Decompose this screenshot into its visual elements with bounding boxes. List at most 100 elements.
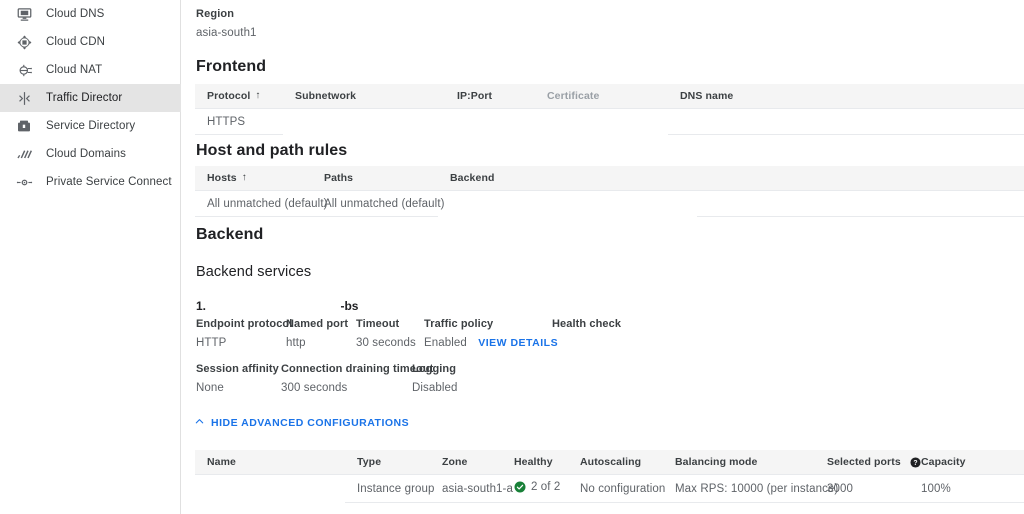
sidebar-item-cloud-nat[interactable]: Cloud NAT — [0, 56, 181, 84]
column-header-dns-name[interactable]: DNS name — [668, 84, 1024, 109]
column-header-balancing-mode[interactable]: Balancing mode — [663, 450, 815, 475]
column-header-certificate[interactable]: Certificate — [535, 84, 668, 109]
cell-paths: All unmatched (default) — [312, 190, 444, 217]
host-path-rules-table: Hosts ↑ Paths Backend All unmatched (defa… — [195, 166, 1024, 217]
cell-selected-ports: 3000 — [815, 474, 909, 503]
column-header-autoscaling[interactable]: Autoscaling — [568, 450, 663, 475]
table-row[interactable]: Instance group asia-south1-a 2 of 2 No c… — [195, 474, 1024, 503]
field-label: Endpoint protocol — [196, 318, 293, 330]
column-header-selected-ports[interactable]: Selected ports ? — [815, 450, 921, 475]
field-label: Timeout — [356, 318, 400, 330]
cell-type: Instance group — [345, 474, 434, 503]
table-row[interactable]: All unmatched (default) All unmatched (d… — [195, 190, 1024, 217]
cell-dns-name — [668, 108, 1024, 135]
column-header-type[interactable]: Type — [345, 450, 430, 475]
cell-autoscaling: No configuration — [568, 474, 665, 503]
frontend-table-header-row: Protocol ↑ Subnetwork IP:Port Certificate… — [195, 84, 1024, 109]
column-header-protocol[interactable]: Protocol ↑ — [195, 84, 283, 109]
traffic-director-icon — [14, 88, 34, 108]
column-header-name[interactable]: Name — [195, 450, 345, 475]
field-value: http — [286, 337, 306, 349]
sidebar-item-cloud-dns[interactable]: Cloud DNS — [0, 0, 181, 28]
backend-services-heading: Backend services — [196, 264, 312, 280]
column-header-hosts[interactable]: Hosts ↑ — [195, 166, 312, 191]
instances-table-header-row: Name Type Zone Healthy Autoscaling Balan… — [195, 450, 1024, 475]
frontend-table: Protocol ↑ Subnetwork IP:Port Certificate… — [195, 84, 1024, 135]
sidebar-item-label: Traffic Director — [46, 92, 123, 104]
help-icon[interactable]: ? — [910, 457, 921, 468]
sidebar-item-cloud-domains[interactable]: Cloud Domains — [0, 140, 181, 168]
backend-heading: Backend — [196, 226, 264, 243]
cell-backend — [438, 191, 697, 217]
column-header-capacity[interactable]: Capacity — [909, 450, 1024, 475]
field-session-affinity: Session affinity None — [196, 363, 281, 394]
frontend-heading: Frontend — [196, 58, 267, 75]
region-value: asia-south1 — [196, 27, 257, 39]
cloud-cdn-icon — [14, 32, 34, 52]
column-header-ip-port[interactable]: IP:Port — [445, 84, 535, 109]
sidebar-item-label: Service Directory — [46, 120, 136, 132]
sidebar-item-label: Cloud NAT — [46, 64, 103, 76]
private-service-connect-icon — [14, 172, 34, 192]
sidebar-item-label: Cloud Domains — [46, 148, 126, 160]
cell-hosts: All unmatched (default) — [195, 190, 327, 217]
field-endpoint-protocol: Endpoint protocol HTTP — [196, 318, 293, 349]
field-value: None — [196, 382, 224, 394]
column-header-subnetwork[interactable]: Subnetwork — [283, 84, 445, 109]
field-label: Traffic policy — [424, 318, 494, 330]
field-value: HTTP — [196, 337, 227, 349]
hide-advanced-configurations-label: HIDE ADVANCED CONFIGURATIONS — [211, 417, 410, 429]
column-header-backend[interactable]: Backend — [438, 166, 697, 191]
field-timeout: Timeout 30 seconds — [356, 318, 424, 349]
cell-capacity: 100% — [909, 474, 1024, 503]
field-value-group: Enabled VIEW DETAILS — [424, 337, 558, 349]
sidebar-item-label: Private Service Connect — [46, 176, 172, 188]
field-traffic-policy: Traffic policy Enabled VIEW DETAILS — [424, 318, 558, 349]
cell-certificate — [535, 109, 668, 135]
cell-name — [195, 475, 345, 503]
field-label: Session affinity — [196, 363, 279, 375]
sidebar-item-private-service-connect[interactable]: Private Service Connect — [0, 168, 181, 196]
column-header-zone[interactable]: Zone — [430, 450, 502, 475]
field-label: Health check — [552, 318, 622, 330]
view-details-link[interactable]: VIEW DETAILS — [478, 337, 558, 349]
svg-text:?: ? — [913, 460, 917, 467]
service-directory-icon — [14, 116, 34, 136]
sidebar-item-service-directory[interactable]: Service Directory — [0, 112, 181, 140]
field-label: Named port — [286, 318, 349, 330]
region-label: Region — [196, 8, 235, 20]
column-header-spacer — [697, 166, 1024, 191]
column-header-healthy[interactable]: Healthy — [502, 450, 568, 475]
healthy-value: 2 of 2 — [531, 481, 561, 493]
main-content: Region asia-south1 Frontend Protocol ↑ Su… — [181, 0, 1024, 514]
traffic-director-details-page: Cloud DNS Cloud CDN Cloud NAT Traffic Di… — [0, 0, 1024, 514]
host-path-rules-header-row: Hosts ↑ Paths Backend — [195, 166, 1024, 191]
table-row[interactable]: HTTPS — [195, 108, 1024, 135]
region-field: Region asia-south1 — [196, 8, 257, 39]
sidebar-item-label: Cloud CDN — [46, 36, 106, 48]
field-health-check: Health check — [552, 318, 652, 349]
backend-service-fields-row-2: Session affinity None Connection drainin… — [196, 363, 532, 394]
field-value: Disabled — [412, 382, 458, 394]
traffic-policy-value: Enabled — [424, 337, 467, 349]
column-header-paths[interactable]: Paths — [312, 166, 438, 191]
backend-service-name: -bs — [340, 299, 359, 313]
cloud-dns-icon — [14, 4, 34, 24]
sidebar-item-traffic-director[interactable]: Traffic Director — [0, 84, 181, 112]
field-connection-draining-timeout: Connection draining timeout 300 seconds — [281, 363, 433, 394]
check-circle-icon — [514, 481, 526, 493]
backend-service-title-row: 1. -bs — [196, 297, 596, 315]
backend-instances-table: Name Type Zone Healthy Autoscaling Balan… — [195, 450, 1024, 503]
cell-spacer — [697, 190, 1024, 217]
sidebar-item-cloud-cdn[interactable]: Cloud CDN — [0, 28, 181, 56]
hide-advanced-configurations-button[interactable]: HIDE ADVANCED CONFIGURATIONS — [194, 414, 409, 432]
sidebar-item-label: Cloud DNS — [46, 8, 105, 20]
sidebar: Cloud DNS Cloud CDN Cloud NAT Traffic Di… — [0, 0, 181, 514]
cell-ip-port — [445, 109, 535, 135]
host-path-rules-heading: Host and path rules — [196, 142, 348, 159]
field-label: Logging — [412, 363, 457, 375]
backend-service-fields-row-1: Endpoint protocol HTTP Named port http T… — [196, 318, 652, 349]
sort-asc-icon: ↑ — [255, 90, 261, 101]
cell-subnetwork — [283, 109, 445, 135]
field-value: 30 seconds — [356, 337, 416, 349]
